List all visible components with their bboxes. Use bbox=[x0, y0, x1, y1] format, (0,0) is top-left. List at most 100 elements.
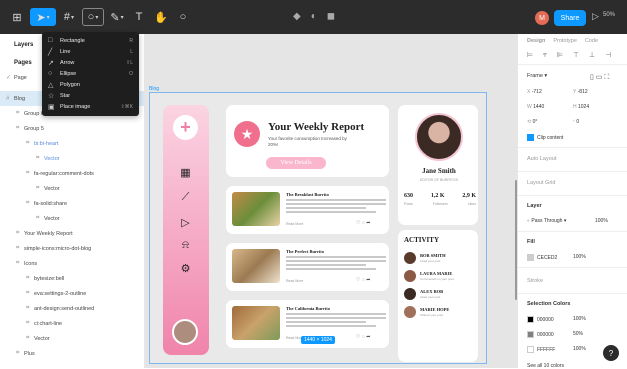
layer-type-icon: ⌗ bbox=[16, 260, 20, 266]
color-hex: FFFFFF bbox=[537, 346, 556, 353]
layer-item[interactable]: ⌗ Plus bbox=[0, 346, 144, 361]
menu-item-line[interactable]: ╱ Line L bbox=[42, 46, 139, 57]
selection-color-row[interactable]: 000000 100% bbox=[527, 316, 586, 323]
help-button[interactable]: ? bbox=[603, 345, 619, 361]
heart-icon[interactable]: ♡ bbox=[356, 334, 360, 340]
alignment-icons[interactable]: ⊨ ⫧ ⊫ ⊤ ⊥ ⊣ bbox=[527, 51, 615, 60]
stroke-section[interactable]: Stroke bbox=[527, 278, 543, 284]
layer-item[interactable]: ⌗ Vector bbox=[0, 181, 144, 196]
rotation-field[interactable]: ⟲ 0° bbox=[527, 119, 537, 125]
layer-item[interactable]: ⌗ Vector bbox=[0, 151, 144, 166]
layer-item[interactable]: ⌗ Group 5 bbox=[0, 121, 144, 136]
post-read-more[interactable]: Read More bbox=[286, 222, 303, 226]
see-all-colors-link[interactable]: See all 10 colors bbox=[527, 363, 564, 369]
present-icon[interactable]: ▷ bbox=[592, 11, 599, 22]
radius-field[interactable]: ◜ 0 bbox=[573, 119, 579, 125]
comment-icon[interactable]: ◌ bbox=[362, 220, 365, 226]
fill-opacity[interactable]: 100% bbox=[573, 254, 586, 260]
menu-item-label: Arrow bbox=[60, 59, 75, 66]
stat-value: 630 bbox=[404, 193, 413, 199]
layer-item[interactable]: ⌗ fa-solid:share bbox=[0, 196, 144, 211]
layer-label: Vector bbox=[44, 215, 60, 222]
menu-item-star[interactable]: ☆ Star bbox=[42, 90, 139, 101]
menu-item-ellipse[interactable]: ○ Ellipse O bbox=[42, 68, 139, 79]
layer-item[interactable]: ⌗ eva:settings-2-outline bbox=[0, 286, 144, 301]
sidebar-avatar[interactable] bbox=[172, 319, 198, 345]
w-field[interactable]: W 1440 bbox=[527, 104, 544, 110]
frame-orientation-icons[interactable]: ▯ ▭ ⛶ bbox=[590, 73, 609, 82]
mask-icon[interactable]: ◐ bbox=[311, 11, 317, 22]
share-icon[interactable]: ➦ bbox=[366, 220, 370, 226]
layer-item[interactable]: ⌗ Vector bbox=[0, 211, 144, 226]
text-tool-icon[interactable]: T bbox=[130, 8, 148, 26]
share-icon[interactable]: ➦ bbox=[366, 334, 370, 340]
blend-mode-select[interactable]: ◐ Pass Through ▾ bbox=[527, 218, 566, 224]
zoom-level[interactable]: 50% bbox=[603, 12, 615, 18]
selection-color-row[interactable]: 000000 50% bbox=[527, 331, 583, 338]
layer-item[interactable]: ⌗ bytesize:bell bbox=[0, 271, 144, 286]
comment-icon[interactable]: ◌ bbox=[362, 334, 365, 340]
blog-frame[interactable]: + ▦ ⟋ ▷ ⍾ ⚙ ★ Your Weekly Report Your fa… bbox=[149, 92, 487, 364]
fill-row[interactable]: CECED2 bbox=[527, 254, 557, 261]
post-card[interactable]: The Breakfast Burrito Read More ♡ ◌ ➦ bbox=[226, 186, 389, 234]
share-button[interactable]: Share bbox=[554, 10, 586, 26]
chart-line-icon[interactable]: ⟋ bbox=[178, 190, 193, 204]
move-tool-icon[interactable]: ➤ ▾ bbox=[30, 8, 56, 26]
boolean-icon[interactable]: ◼ bbox=[327, 11, 335, 22]
grid-icon[interactable]: ▦ bbox=[178, 165, 193, 179]
heart-icon[interactable]: ♡ bbox=[356, 220, 360, 226]
clip-content-checkbox[interactable]: Clip content bbox=[527, 134, 563, 141]
settings-icon[interactable]: ⚙ bbox=[178, 261, 193, 275]
layer-item[interactable]: ⌗ ci:chart-line bbox=[0, 316, 144, 331]
frame-dropdown[interactable]: Frame ▾ bbox=[527, 73, 547, 79]
layer-item[interactable]: ⌗ simple-icons:micro-dot-blog bbox=[0, 241, 144, 256]
layout-grid-section[interactable]: Layout Grid bbox=[527, 180, 555, 186]
activity-item[interactable]: LAURA MARIE Commented on your post bbox=[404, 270, 478, 286]
layer-opacity[interactable]: 100% bbox=[595, 218, 608, 224]
view-details-button[interactable]: View Details bbox=[266, 157, 326, 169]
comment-tool-icon[interactable]: ○ bbox=[174, 8, 192, 26]
color-swatch[interactable] bbox=[527, 316, 534, 323]
layer-item[interactable]: ⌗ fa-regular:comment-dots bbox=[0, 166, 144, 181]
hand-tool-icon[interactable]: ✋ bbox=[152, 8, 170, 26]
color-swatch[interactable] bbox=[527, 331, 534, 338]
menu-item-rectangle[interactable]: □ Rectangle R bbox=[42, 35, 139, 46]
menu-item-place-image[interactable]: ▣ Place image ⇧⌘K bbox=[42, 101, 139, 112]
auto-layout-section[interactable]: Auto Layout bbox=[527, 156, 556, 162]
h-field[interactable]: H 1024 bbox=[573, 104, 589, 110]
selection-color-row[interactable]: FFFFFF 100% bbox=[527, 346, 586, 353]
component-icon[interactable]: ◆ bbox=[293, 11, 301, 22]
post-card[interactable]: The Perfect Burrito Read More ♡ ◌ ➦ bbox=[226, 243, 389, 291]
pen-tool-icon[interactable]: ✎ ▾ bbox=[108, 8, 126, 26]
user-avatar[interactable]: M bbox=[535, 11, 549, 25]
heart-icon[interactable]: ♡ bbox=[356, 277, 360, 283]
activity-item[interactable]: ALEX BOB Liked your post bbox=[404, 288, 478, 304]
post-read-more[interactable]: Read More bbox=[286, 279, 303, 283]
tab-prototype[interactable]: Prototype bbox=[553, 38, 577, 44]
color-hex: 000000 bbox=[537, 331, 554, 338]
canvas[interactable]: Blog + ▦ ⟋ ▷ ⍾ ⚙ ★ Your Weekly Report Yo… bbox=[145, 34, 517, 368]
fill-swatch[interactable] bbox=[527, 254, 534, 261]
activity-item[interactable]: MARIE HOPE Shared your post bbox=[404, 306, 478, 322]
layer-item[interactable]: ⌗ Icons bbox=[0, 256, 144, 271]
send-icon[interactable]: ▷ bbox=[178, 215, 193, 229]
menu-item-polygon[interactable]: △ Polygon bbox=[42, 79, 139, 90]
layer-item[interactable]: ⌗ ant-design:send-outlined bbox=[0, 301, 144, 316]
color-swatch[interactable] bbox=[527, 346, 534, 353]
layer-item[interactable]: ⌗ Vector bbox=[0, 331, 144, 346]
comment-icon[interactable]: ◌ bbox=[362, 277, 365, 283]
activity-item[interactable]: BOB SMITH Liked your post bbox=[404, 252, 478, 268]
tab-code[interactable]: Code bbox=[585, 38, 598, 44]
layer-item[interactable]: ⌗ Your Weekly Report bbox=[0, 226, 144, 241]
plus-icon[interactable]: + bbox=[173, 115, 198, 140]
frame-tool-icon[interactable]: # ▾ bbox=[60, 8, 78, 26]
bell-icon[interactable]: ⍾ bbox=[178, 238, 193, 252]
menu-item-arrow[interactable]: ↗ Arrow ⇧L bbox=[42, 57, 139, 68]
layer-item[interactable]: ⌗ bi:bi-heart bbox=[0, 136, 144, 151]
share-icon[interactable]: ➦ bbox=[366, 277, 370, 283]
main-menu-icon[interactable]: ⊞ bbox=[8, 8, 26, 26]
tab-design[interactable]: Design bbox=[527, 38, 545, 44]
shape-tool-icon[interactable]: ○ ▾ bbox=[82, 8, 104, 26]
y-field[interactable]: Y -812 bbox=[573, 89, 588, 95]
x-field[interactable]: X -712 bbox=[527, 89, 542, 95]
